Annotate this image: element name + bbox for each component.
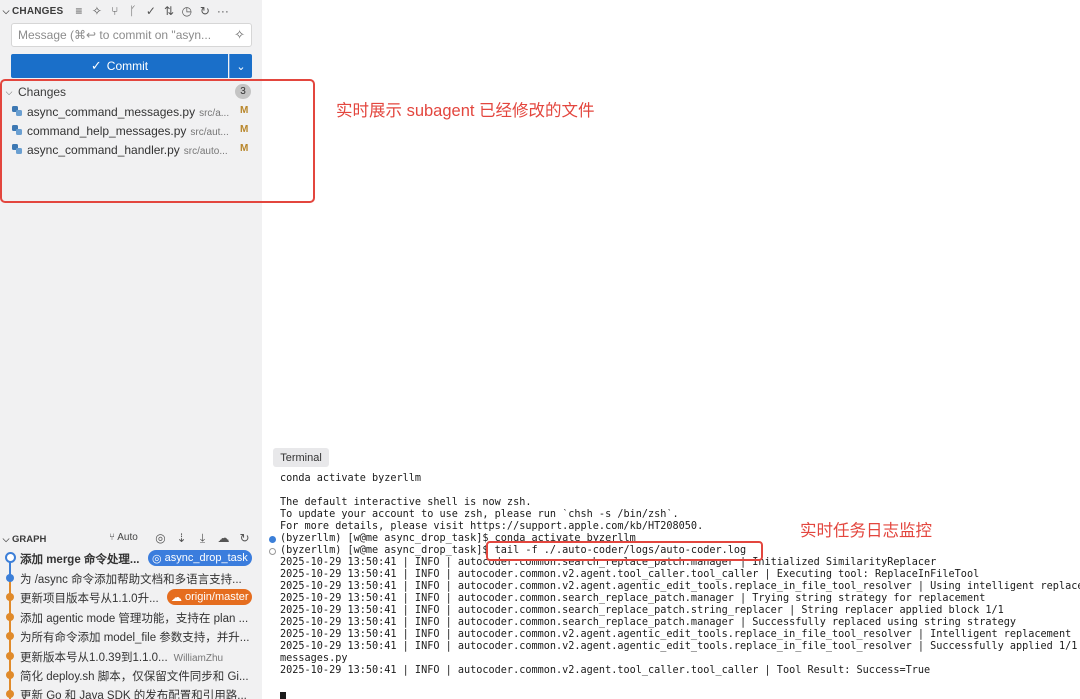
graph-commit-row[interactable]: 添加 agentic mode 管理功能，支持在 plan ...	[0, 608, 262, 626]
terminal-line: 2025-10-29 13:50:41 | INFO | autocoder.c…	[280, 569, 980, 580]
commit-button[interactable]: ✓ Commit	[11, 54, 228, 78]
terminal-line: To update your account to use zsh, pleas…	[280, 509, 679, 520]
check-icon[interactable]: ✓	[143, 3, 158, 19]
commit-message: 更新版本号从1.0.39到1.1.0... WilliamZhu	[20, 652, 224, 664]
graph-auto-filter[interactable]: ⑂ Auto	[109, 532, 138, 543]
graph-section-title: GRAPH	[12, 533, 47, 545]
commit-node	[6, 593, 14, 601]
commit-node	[6, 632, 14, 640]
branch-tag[interactable]: ◎ async_drop_task	[148, 550, 252, 566]
target-icon: ◎	[152, 552, 162, 565]
commit-message: 简化 deploy.sh 脚本，仅保留文件同步和 Gi...	[20, 671, 249, 683]
chevron-down-icon[interactable]: ⌵	[0, 534, 12, 545]
sparkle-icon[interactable]: ✧	[89, 3, 104, 19]
branch-plus-icon[interactable]: ⑂	[107, 3, 122, 19]
tab-terminal[interactable]: Terminal	[273, 448, 329, 467]
push-icon[interactable]: ☁	[215, 531, 232, 546]
graph-toolbar: ◎ ⇣ ⤓ ☁ ↻	[152, 531, 253, 546]
view-as-list-icon[interactable]: ≡	[71, 3, 86, 19]
commit-node	[6, 574, 14, 582]
remote-tag[interactable]: ☁ origin/master	[167, 589, 252, 605]
command-status-dot	[269, 548, 276, 555]
terminal-cursor	[280, 692, 286, 699]
commit-node	[6, 652, 14, 660]
commit-message: 更新项目版本号从1.1.0升...	[20, 593, 159, 605]
scm-toolbar: ≡ ✧ ⑂ ᚴ ✓ ⇅ ◷ ↻ ···	[71, 3, 230, 19]
commit-message: 为 /async 命令添加帮助文档和多语言支持...	[20, 574, 242, 586]
annotation-files-note: 实时展示 subagent 已经修改的文件	[336, 102, 595, 120]
branch-tag-label: async_drop_task	[164, 552, 248, 564]
graph-commit-row[interactable]: 更新项目版本号从1.1.0升... ☁ origin/master	[0, 588, 262, 606]
terminal-line: 2025-10-29 13:50:41 | INFO | autocoder.c…	[280, 581, 1080, 592]
fetch-icon[interactable]: ⇣	[173, 531, 190, 546]
graph-commit-row[interactable]: 添加 merge 命令处理... ◎ async_drop_task	[0, 549, 262, 567]
target-icon[interactable]: ◎	[152, 531, 169, 546]
refresh-icon[interactable]: ↻	[197, 3, 212, 19]
commit-button-label: Commit	[106, 59, 149, 73]
chevron-down-icon[interactable]: ⌵	[0, 6, 12, 17]
graph-section-header[interactable]: ⌵ GRAPH ⑂ Auto ◎ ⇣ ⤓ ☁ ↻	[0, 531, 262, 547]
history-icon[interactable]: ◷	[179, 3, 194, 19]
graph-commit-row[interactable]: 更新 Go 和 Java SDK 的发布配置和引用路...	[0, 685, 262, 699]
commit-dropdown-button[interactable]: ⌄	[229, 54, 252, 78]
annotation-highlight-command	[486, 541, 763, 561]
pull-icon[interactable]: ⤓	[194, 531, 211, 546]
terminal-line: For more details, please visit https://s…	[280, 521, 704, 532]
annotation-log-note: 实时任务日志监控	[800, 522, 932, 540]
commit-message: 更新 Go 和 Java SDK 的发布配置和引用路...	[20, 690, 247, 699]
commit-node	[6, 690, 14, 698]
commit-message: 为所有命令添加 model_file 参数支持，并升...	[20, 632, 250, 644]
command-status-dot	[269, 536, 276, 543]
terminal-line: 2025-10-29 13:50:41 | INFO | autocoder.c…	[280, 629, 1072, 640]
graph-commit-row[interactable]: 更新版本号从1.0.39到1.1.0... WilliamZhu	[0, 647, 262, 665]
graph-commit-row[interactable]: 为 /async 命令添加帮助文档和多语言支持...	[0, 569, 262, 587]
commit-message: 添加 merge 命令处理...	[20, 554, 140, 566]
terminal-line: The default interactive shell is now zsh…	[280, 497, 532, 508]
terminal-line: 2025-10-29 13:50:41 | INFO | autocoder.c…	[280, 617, 1017, 628]
terminal-line: 2025-10-29 13:50:41 | INFO | autocoder.c…	[280, 665, 931, 676]
terminal-line: 2025-10-29 13:50:41 | INFO | autocoder.c…	[280, 593, 986, 604]
commit-author: WilliamZhu	[173, 653, 224, 664]
branch-icon[interactable]: ᚴ	[125, 3, 140, 19]
terminal-line: messages.py	[280, 653, 348, 664]
generate-message-icon[interactable]: ✧	[234, 27, 245, 43]
pull-request-icon[interactable]: ⇅	[161, 3, 176, 19]
check-icon: ✓	[90, 58, 102, 73]
cloud-icon: ☁	[171, 591, 182, 604]
commit-message-input[interactable]: Message (⌘↩ to commit on "asyn... ✧	[11, 23, 252, 47]
annotation-highlight-files	[0, 79, 315, 203]
commit-node	[6, 671, 14, 679]
chevron-down-icon: ⌄	[236, 60, 246, 73]
graph-commit-row[interactable]: 简化 deploy.sh 脚本，仅保留文件同步和 Gi...	[0, 666, 262, 684]
commit-node	[5, 552, 16, 563]
terminal-line: 2025-10-29 13:50:41 | INFO | autocoder.c…	[280, 605, 1004, 616]
changes-section-header[interactable]: ⌵ CHANGES ≡ ✧ ⑂ ᚴ ✓ ⇅ ◷ ↻ ···	[0, 0, 262, 22]
terminal-line: conda activate byzerllm	[280, 473, 422, 484]
more-actions-icon[interactable]: ···	[215, 3, 230, 19]
refresh-icon[interactable]: ↻	[236, 531, 253, 546]
commit-node	[6, 613, 14, 621]
remote-tag-label: origin/master	[185, 591, 249, 603]
branch-icon: ⑂	[109, 532, 115, 543]
app-window: ⌵ CHANGES ≡ ✧ ⑂ ᚴ ✓ ⇅ ◷ ↻ ··· Message (⌘…	[0, 0, 1080, 699]
terminal-line: 2025-10-29 13:50:41 | INFO | autocoder.c…	[280, 641, 1078, 652]
graph-auto-label: Auto	[117, 532, 138, 543]
commit-message: 添加 agentic mode 管理功能，支持在 plan ...	[20, 613, 249, 625]
commit-message-placeholder: Message (⌘↩ to commit on "asyn...	[18, 28, 212, 42]
changes-section-title: CHANGES	[12, 5, 64, 17]
graph-commit-row[interactable]: 为所有命令添加 model_file 参数支持，并升...	[0, 627, 262, 645]
